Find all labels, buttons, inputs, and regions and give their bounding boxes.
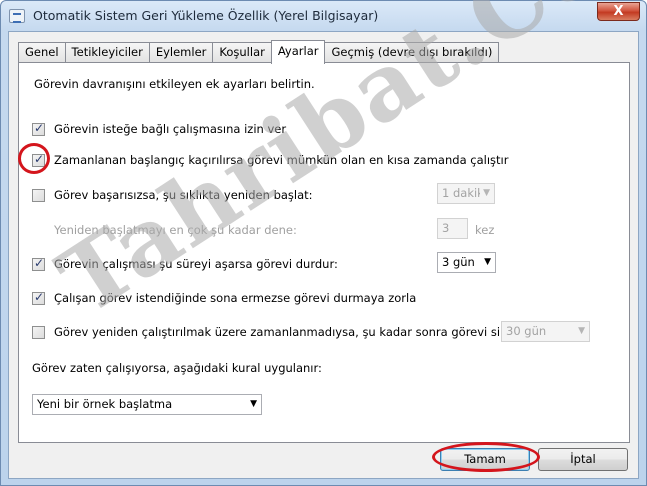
tab-history[interactable]: Geçmiş (devre dışı bırakıldı)	[324, 42, 500, 63]
allow-on-demand-checkbox[interactable]	[32, 121, 45, 136]
if-running-dropdown[interactable]: Yeni bir örnek başlatma ▼	[32, 394, 262, 415]
force-stop-label: Çalışan görev istendiğinde sona ermezse …	[54, 291, 417, 305]
delete-if-not-scheduled-label: Görev yeniden çalıştırılmak üzere zamanl…	[54, 325, 508, 339]
restart-on-failure-label: Görev başarısızsa, şu sıklıkta yeniden b…	[54, 188, 313, 202]
settings-panel: Görevin davranışını etkileyen ek ayarlar…	[18, 62, 630, 443]
tab-settings[interactable]: Ayarlar	[270, 40, 326, 64]
run-missed-start-label: Zamanlanan başlangıç kaçırılırsa görevi …	[54, 153, 509, 167]
chevron-down-icon: ▼	[578, 326, 585, 336]
stop-duration-dropdown[interactable]: 3 gün ▼	[437, 252, 496, 273]
restart-attempts-input[interactable]: 3	[437, 218, 468, 239]
tab-general[interactable]: Genel	[18, 42, 66, 63]
window-title: Otomatik Sistem Geri Yükleme Özellik (Ye…	[33, 8, 379, 23]
stop-if-longer-label: Görevin çalışması şu süreyi aşarsa görev…	[54, 257, 338, 271]
chevron-down-icon: ▼	[250, 399, 257, 409]
chevron-down-icon: ▼	[480, 184, 490, 203]
delete-if-not-scheduled-checkbox[interactable]	[32, 326, 45, 339]
if-running-row: Görev zaten çalışıyorsa, aşağıdaki kural…	[32, 361, 322, 377]
restart-attempts-label: Yeniden başlatmayı en çok şu kadar dene:	[54, 223, 297, 237]
tab-conditions[interactable]: Koşullar	[212, 42, 272, 63]
stop-duration-value: 3 gün	[442, 255, 475, 269]
restart-attempts-row: Yeniden başlatmayı en çok şu kadar dene:	[54, 223, 297, 239]
restart-attempts-unit: kez	[475, 223, 495, 237]
stop-if-longer-checkbox[interactable]	[32, 256, 45, 271]
run-missed-start-checkbox[interactable]	[32, 152, 45, 167]
allow-on-demand-label: Görevin isteğe bağlı çalışmasına izin ve…	[54, 122, 287, 136]
title-bar[interactable]: Otomatik Sistem Geri Yükleme Özellik (Ye…	[1, 1, 646, 31]
delete-after-value: 30 gün	[506, 324, 547, 338]
properties-window: Otomatik Sistem Geri Yükleme Özellik (Ye…	[0, 0, 647, 486]
delete-after-dropdown[interactable]: 30 gün ▼	[501, 321, 590, 342]
tab-triggers[interactable]: Tetikleyiciler	[64, 42, 150, 63]
tab-strip: Genel Tetikleyiciler Eylemler Koşullar A…	[18, 40, 500, 64]
force-stop-checkbox[interactable]	[32, 290, 45, 305]
tab-actions[interactable]: Eylemler	[148, 42, 214, 63]
restart-interval-dropdown[interactable]: 1 dakika ▼	[437, 183, 495, 204]
dialog-client-area: Genel Tetikleyiciler Eylemler Koşullar A…	[8, 31, 639, 479]
cancel-button[interactable]: İptal	[538, 448, 628, 471]
settings-description: Görevin davranışını etkileyen ek ayarlar…	[34, 77, 315, 91]
restart-on-failure-checkbox[interactable]	[32, 189, 45, 202]
ok-button[interactable]: Tamam	[440, 448, 530, 471]
if-running-label: Görev zaten çalışıyorsa, aşağıdaki kural…	[32, 361, 322, 375]
close-button[interactable]: X	[597, 2, 640, 21]
if-running-value: Yeni bir örnek başlatma	[37, 397, 173, 411]
chevron-down-icon: ▼	[484, 257, 491, 267]
task-scheduler-icon	[9, 9, 25, 23]
